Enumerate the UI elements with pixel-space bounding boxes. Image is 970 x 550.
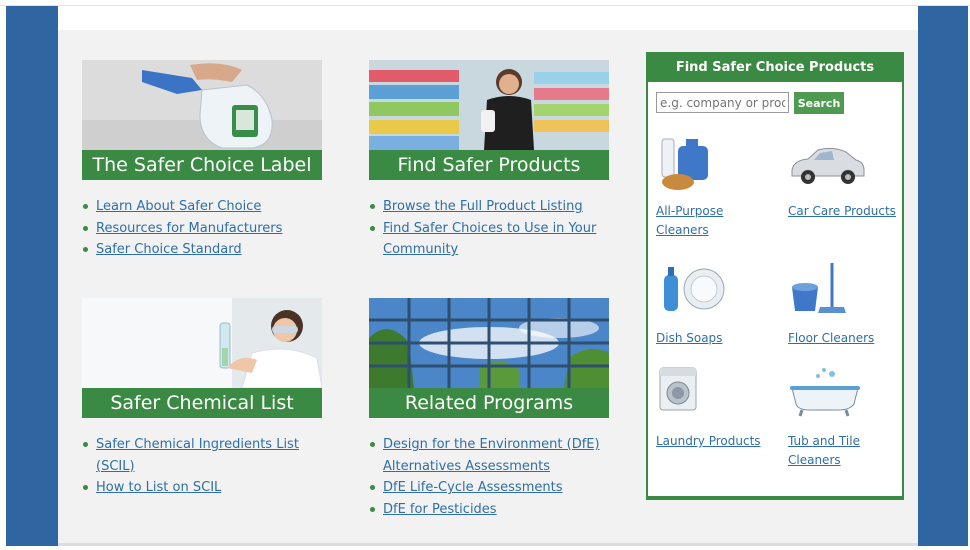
main-content: The Safer Choice Label Learn About Safer…: [58, 30, 918, 546]
find-products-panel: Find Safer Choice Products Search All-Pu…: [646, 52, 904, 500]
card-title: Safer Chemical List: [82, 388, 322, 418]
link-find-community[interactable]: Find Safer Choices to Use in Your Commun…: [369, 218, 609, 261]
link-how-to-list[interactable]: How to List on SCIL: [82, 477, 322, 499]
card-related-programs: Related Programs Design for the Environm…: [369, 298, 609, 520]
link-scil[interactable]: Safer Chemical Ingredients List (SCIL): [82, 434, 322, 477]
card-title: Find Safer Products: [369, 150, 609, 180]
link-dfe-alternatives[interactable]: Design for the Environment (DfE) Alterna…: [369, 434, 609, 477]
link-dfe-lifecycle[interactable]: DfE Life-Cycle Assessments: [369, 477, 609, 499]
left-frame: [6, 6, 58, 546]
spray-bottle-photo: [82, 60, 322, 150]
category-all-purpose[interactable]: All-Purpose Cleaners: [656, 134, 766, 240]
car-icon: [788, 134, 868, 194]
search-input[interactable]: [656, 92, 789, 113]
card-title: The Safer Choice Label: [82, 150, 322, 180]
right-frame: [918, 6, 968, 546]
link-browse-listing[interactable]: Browse the Full Product Listing: [369, 196, 609, 218]
category-floor-cleaners[interactable]: Floor Cleaners: [788, 261, 898, 348]
washing-machine-icon: [656, 364, 736, 424]
search-button[interactable]: Search: [794, 92, 844, 114]
panel-title: Find Safer Choice Products: [648, 54, 902, 82]
store-shopper-photo: [369, 60, 609, 150]
link-learn-about[interactable]: Learn About Safer Choice: [82, 196, 322, 218]
card-safer-choice-label: The Safer Choice Label Learn About Safer…: [82, 60, 322, 261]
scientist-photo: [82, 298, 322, 388]
card-title: Related Programs: [369, 388, 609, 418]
bathtub-icon: [788, 364, 868, 424]
category-dish-soaps[interactable]: Dish Soaps: [656, 261, 766, 348]
link-resources-manufacturers[interactable]: Resources for Manufacturers: [82, 218, 322, 240]
dish-soap-icon: [656, 261, 736, 321]
category-laundry[interactable]: Laundry Products: [656, 364, 766, 451]
card-find-safer-products: Find Safer Products Browse the Full Prod…: [369, 60, 609, 261]
link-standard[interactable]: Safer Choice Standard: [82, 239, 322, 261]
card-safer-chemical-list: Safer Chemical List Safer Chemical Ingre…: [82, 298, 322, 499]
category-tub-tile[interactable]: Tub and Tile Cleaners: [788, 364, 898, 470]
mop-bucket-icon: [788, 261, 868, 321]
header-band: [58, 6, 918, 30]
cleaner-bottles-icon: [656, 134, 736, 194]
window-sky-photo: [369, 298, 609, 388]
category-car-care[interactable]: Car Care Products: [788, 134, 898, 221]
link-dfe-pesticides[interactable]: DfE for Pesticides: [369, 499, 609, 521]
